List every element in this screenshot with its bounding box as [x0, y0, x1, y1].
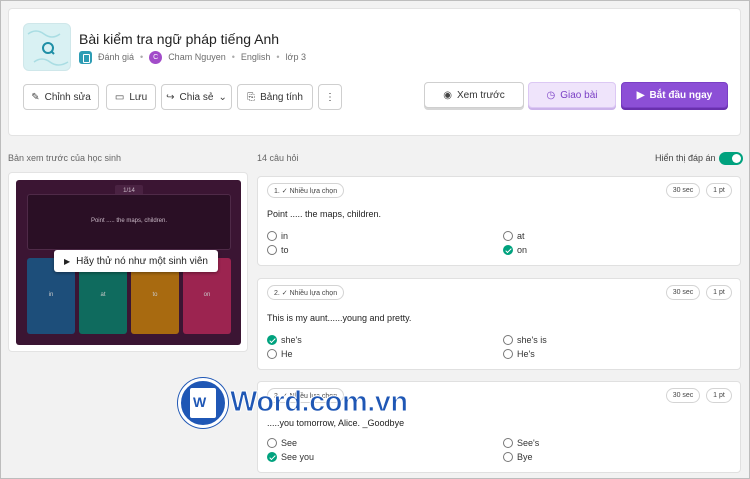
radio-icon [503, 335, 513, 345]
author-name[interactable]: Cham Nguyen [168, 52, 226, 62]
answer-option: He's [503, 349, 535, 359]
radio-icon [503, 452, 513, 462]
answer-option: See [267, 438, 297, 448]
pencil-icon: ✎ [31, 91, 40, 103]
preview-button[interactable]: ◉ Xem trước [424, 82, 524, 108]
chevron-down-icon: ⌄ [218, 91, 227, 103]
clock-icon: ◷ [546, 89, 556, 101]
answer-option-correct: on [503, 245, 527, 255]
points-pill[interactable]: 1 pt [706, 183, 732, 198]
answer-option: at [503, 231, 525, 241]
question-card[interactable]: 2. ✓ Nhiều lựa chọn 30 sec 1 pt This is … [257, 278, 741, 370]
quiz-language: English [240, 52, 271, 62]
author-avatar: C [149, 50, 163, 64]
quiz-grade: lớp 3 [285, 52, 306, 62]
check-icon [267, 335, 277, 345]
play-icon: ▶ [64, 256, 71, 266]
student-preview-card: 1/14 Point ..... the maps, children. in … [8, 172, 248, 352]
answer-option: He [267, 349, 293, 359]
time-pill[interactable]: 30 sec [666, 388, 700, 403]
question-type-tag: 1. ✓ Nhiều lựa chọn [267, 183, 345, 198]
quiz-meta: Đánh giá • C Cham Nguyen • English • lớp… [79, 50, 306, 64]
worksheet-icon: ⎘ [247, 91, 256, 103]
watermark-logo: W Word.com.vn [178, 378, 409, 430]
more-options-button[interactable]: ⋮ [318, 84, 342, 110]
save-button[interactable]: ▭ Lưu [106, 84, 156, 110]
radio-icon [267, 245, 277, 255]
question-text: This is my aunt......young and pretty. [267, 313, 412, 323]
show-answers-label: Hiển thị đáp án [655, 153, 716, 163]
eye-icon: ◉ [443, 89, 453, 101]
try-as-student-button[interactable]: ▶ Hãy thử nó như một sinh viên [54, 250, 218, 272]
radio-icon [503, 231, 513, 241]
quiz-thumbnail [23, 23, 71, 71]
student-preview-label: Bản xem trước của học sinh [8, 153, 121, 163]
folder-icon: ▭ [114, 91, 125, 103]
start-now-button[interactable]: ▶ Bắt đầu ngay [621, 82, 728, 108]
question-type-tag: 2. ✓ Nhiều lựa chọn [267, 285, 345, 300]
preview-question: Point ..... the maps, children. [27, 194, 231, 250]
answer-option: she's is [503, 335, 547, 345]
watermark-text: Word.com.vn [230, 386, 409, 419]
play-icon: ▶ [636, 89, 645, 101]
quiz-header-card: Bài kiểm tra ngữ pháp tiếng Anh Đánh giá… [8, 8, 741, 136]
answer-option: Bye [503, 452, 533, 462]
share-button[interactable]: ↪ Chia sẻ ⌄ [161, 84, 232, 110]
show-answers-toggle[interactable] [719, 152, 743, 165]
edit-button[interactable]: ✎ Chỉnh sửa [23, 84, 99, 110]
question-count: 14 câu hỏi [257, 153, 299, 163]
answer-option-correct: See you [267, 452, 314, 462]
radio-icon [503, 349, 513, 359]
radio-icon [267, 231, 277, 241]
points-pill[interactable]: 1 pt [706, 285, 732, 300]
more-icon: ⋮ [325, 91, 335, 103]
time-pill[interactable]: 30 sec [666, 285, 700, 300]
radio-icon [503, 438, 513, 448]
share-icon: ↪ [166, 91, 175, 103]
answer-option-correct: she's [267, 335, 302, 345]
student-preview-screen[interactable]: 1/14 Point ..... the maps, children. in … [16, 180, 241, 345]
answer-option: See's [503, 438, 539, 448]
time-pill[interactable]: 30 sec [666, 183, 700, 198]
radio-icon [267, 438, 277, 448]
question-text: Point ..... the maps, children. [267, 209, 382, 219]
assign-button[interactable]: ◷ Giao bài [528, 82, 616, 108]
radio-icon [267, 349, 277, 359]
word-logo-icon: W [178, 378, 228, 428]
quiz-title: Bài kiểm tra ngữ pháp tiếng Anh [79, 31, 280, 47]
check-icon [267, 452, 277, 462]
answer-option: to [267, 245, 289, 255]
answer-option: in [267, 231, 288, 241]
points-pill[interactable]: 1 pt [706, 388, 732, 403]
question-card[interactable]: 1. ✓ Nhiều lựa chọn 30 sec 1 pt Point ..… [257, 176, 741, 266]
quiz-type: Đánh giá [98, 52, 135, 62]
check-icon [503, 245, 513, 255]
assessment-icon [79, 50, 92, 64]
worksheet-button[interactable]: ⎘ Bảng tính [237, 84, 313, 110]
